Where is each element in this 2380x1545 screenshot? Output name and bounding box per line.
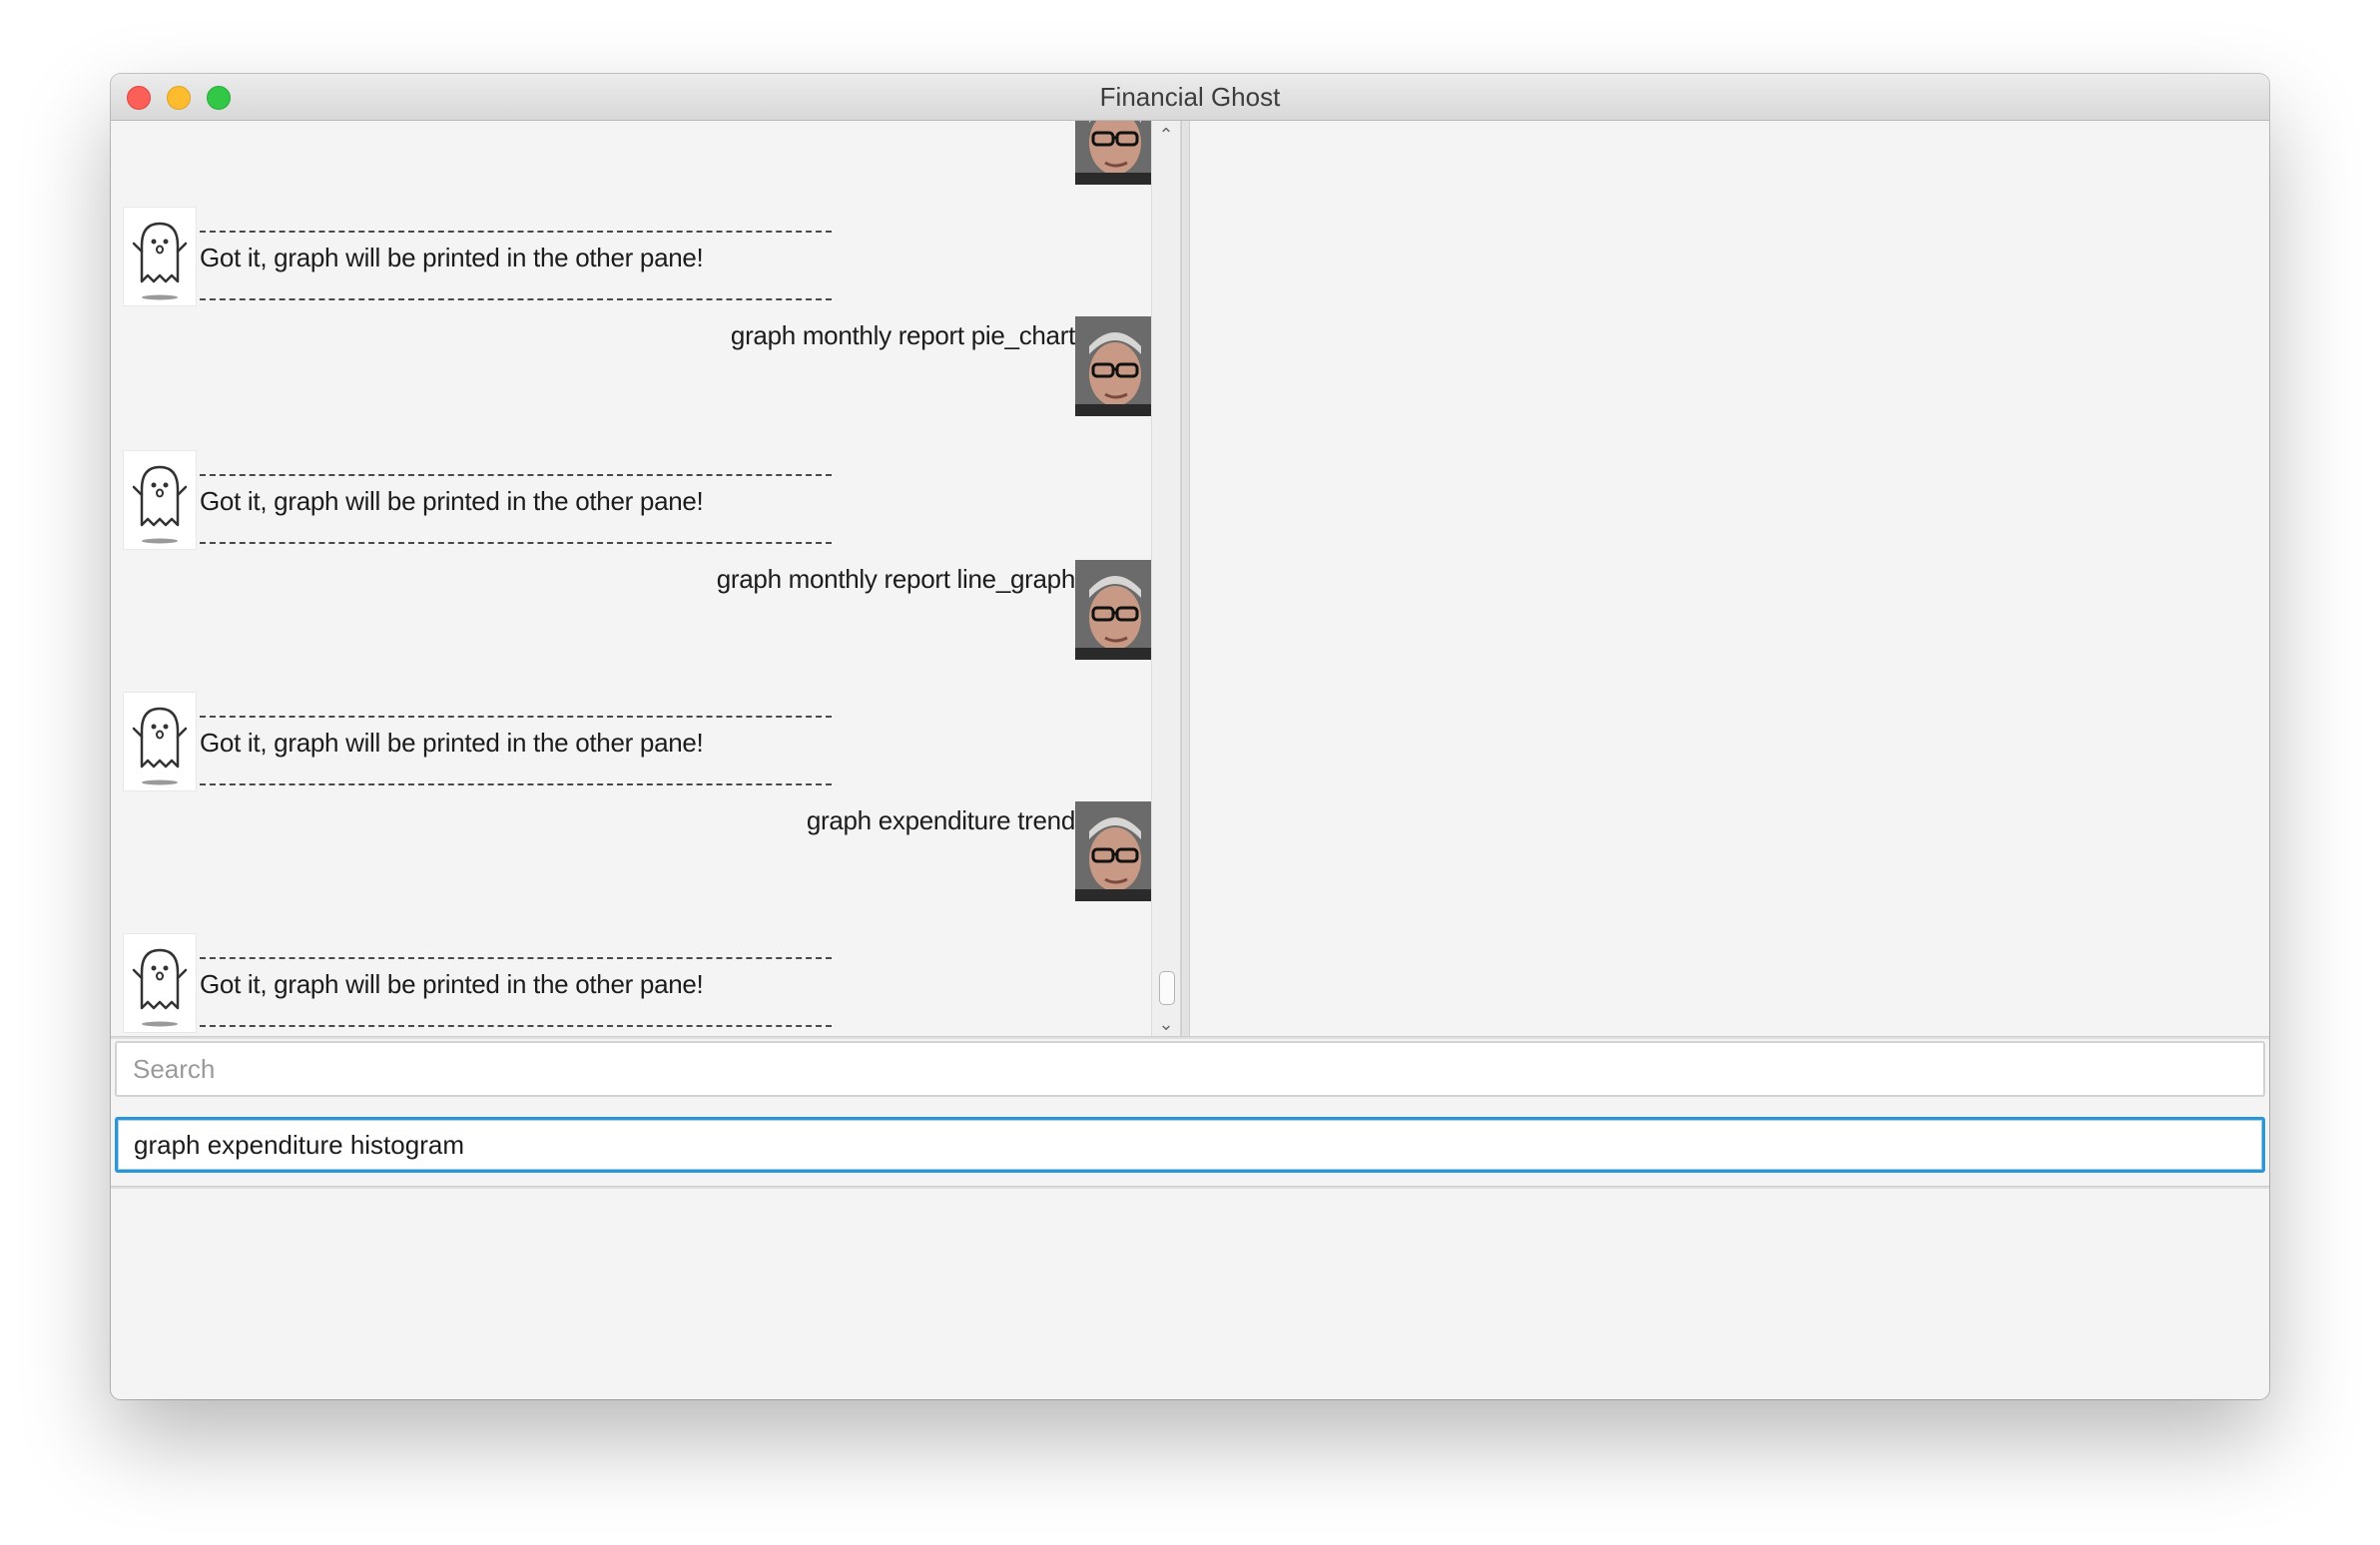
divider (111, 1036, 2269, 1039)
command-input[interactable] (115, 1117, 2265, 1173)
title-bar[interactable]: Financial Ghost (111, 74, 2269, 121)
bot-message: Got it, graph will be printed in the oth… (111, 692, 1151, 791)
bot-message-text: Got it, graph will be printed in the oth… (200, 243, 704, 272)
user-message (111, 121, 1151, 185)
bot-message: Got it, graph will be printed in the oth… (111, 933, 1151, 1033)
user-avatar (1075, 316, 1151, 416)
bot-message-text: Got it, graph will be printed in the oth… (200, 728, 704, 758)
user-avatar (1075, 121, 1151, 185)
chevron-down-icon[interactable]: ⌄ (1152, 1014, 1180, 1034)
window-title: Financial Ghost (1099, 82, 1281, 112)
user-message: graph monthly report line_graph (111, 560, 1151, 660)
user-message: graph expenditure trend (111, 801, 1151, 901)
ghost-icon (123, 692, 197, 791)
ghost-icon (123, 450, 197, 550)
ghost-icon (123, 933, 197, 1033)
user-message-text: graph monthly report pie_chart (730, 320, 1075, 350)
output-area (111, 1189, 2269, 1399)
user-message-text: graph expenditure trend (806, 805, 1075, 835)
bot-message-text: Got it, graph will be printed in the oth… (200, 486, 704, 516)
chat-pane[interactable]: Got it, graph will be printed in the oth… (111, 121, 1151, 1036)
user-avatar (1075, 801, 1151, 901)
chat-scrollbar[interactable]: ⌃ ⌄ (1151, 121, 1181, 1036)
chevron-up-icon[interactable]: ⌃ (1152, 125, 1180, 145)
app-window: Financial Ghost Got it, graph will be pr… (111, 74, 2269, 1399)
search-input[interactable] (115, 1041, 2265, 1097)
user-message-text: graph monthly report line_graph (716, 564, 1076, 594)
scrollbar-thumb[interactable] (1159, 971, 1175, 1005)
bot-message: Got it, graph will be printed in the oth… (111, 450, 1151, 550)
bot-message-text: Got it, graph will be printed in the oth… (200, 969, 704, 999)
ghost-icon (123, 207, 197, 306)
user-message: graph monthly report pie_chart (111, 316, 1151, 416)
graph-pane (1190, 121, 2269, 1036)
bot-message: Got it, graph will be printed in the oth… (111, 207, 1151, 306)
split-pane-divider[interactable] (1181, 121, 1190, 1036)
user-avatar (1075, 560, 1151, 660)
